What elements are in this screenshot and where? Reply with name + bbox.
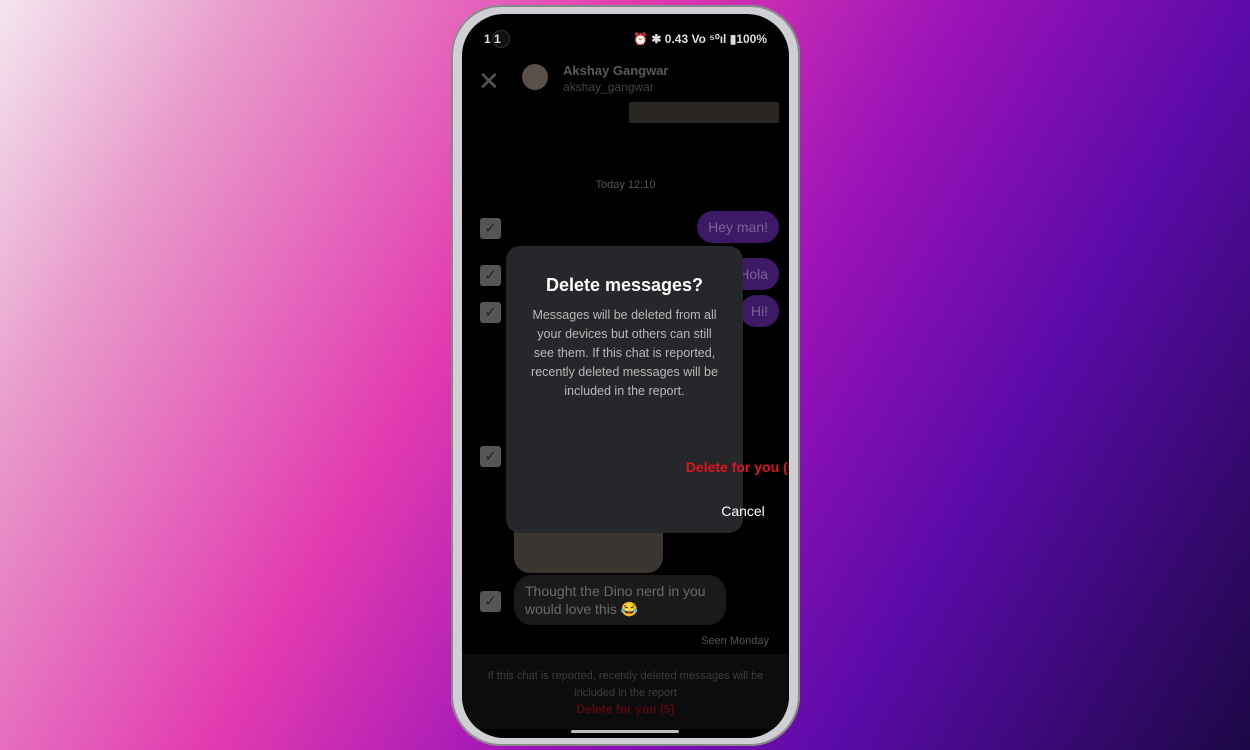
dialog-title: Delete messages? bbox=[545, 275, 704, 295]
footer-note: If this chat is reported, recently delet… bbox=[487, 670, 764, 699]
delete-dialog: Delete messages? Messages will be delete… bbox=[506, 246, 789, 533]
delete-footer: If this chat is reported, recently delet… bbox=[462, 654, 789, 729]
select-checkbox[interactable]: ✓ bbox=[480, 265, 501, 286]
footer-delete-button[interactable]: Delete for you (5) bbox=[462, 702, 789, 716]
status-bar: 1 1 ⏰ ✱ 0.43 Vo ⁵⁰ıl ▮100% bbox=[484, 32, 767, 46]
status-time: 1 1 bbox=[484, 32, 501, 46]
sent-message[interactable]: Hey man! bbox=[697, 211, 779, 243]
received-message[interactable]: Thought the Dino nerd in you would love … bbox=[514, 575, 726, 625]
dialog-body: Messages will be deleted from all your d… bbox=[531, 308, 718, 398]
seen-status: Seen Monday bbox=[701, 635, 769, 647]
avatar[interactable] bbox=[522, 64, 548, 90]
sent-message[interactable]: Hi! bbox=[739, 295, 779, 327]
image-message bbox=[629, 102, 779, 123]
contact-username: akshay_gangwar bbox=[563, 80, 654, 94]
select-checkbox[interactable]: ✓ bbox=[480, 446, 501, 467]
select-checkbox[interactable]: ✓ bbox=[480, 302, 501, 323]
delete-for-you-button[interactable]: Delete for you (5) bbox=[625, 459, 789, 475]
home-indicator[interactable] bbox=[571, 730, 679, 733]
screen: 1 1 ⏰ ✱ 0.43 Vo ⁵⁰ıl ▮100% ✕ Akshay Gang… bbox=[462, 14, 789, 738]
status-icons: ⏰ ✱ 0.43 Vo ⁵⁰ıl ▮100% bbox=[633, 32, 767, 46]
chat-header: ✕ Akshay Gangwar akshay_gangwar bbox=[462, 60, 789, 96]
select-checkbox[interactable]: ✓ bbox=[480, 218, 501, 239]
contact-name[interactable]: Akshay Gangwar bbox=[563, 63, 669, 78]
phone-frame: 1 1 ⏰ ✱ 0.43 Vo ⁵⁰ıl ▮100% ✕ Akshay Gang… bbox=[451, 5, 800, 746]
chat-timestamp: Today 12:10 bbox=[595, 179, 656, 191]
cancel-button[interactable]: Cancel bbox=[625, 503, 790, 519]
close-icon[interactable]: ✕ bbox=[478, 66, 500, 97]
select-checkbox[interactable]: ✓ bbox=[480, 591, 501, 612]
